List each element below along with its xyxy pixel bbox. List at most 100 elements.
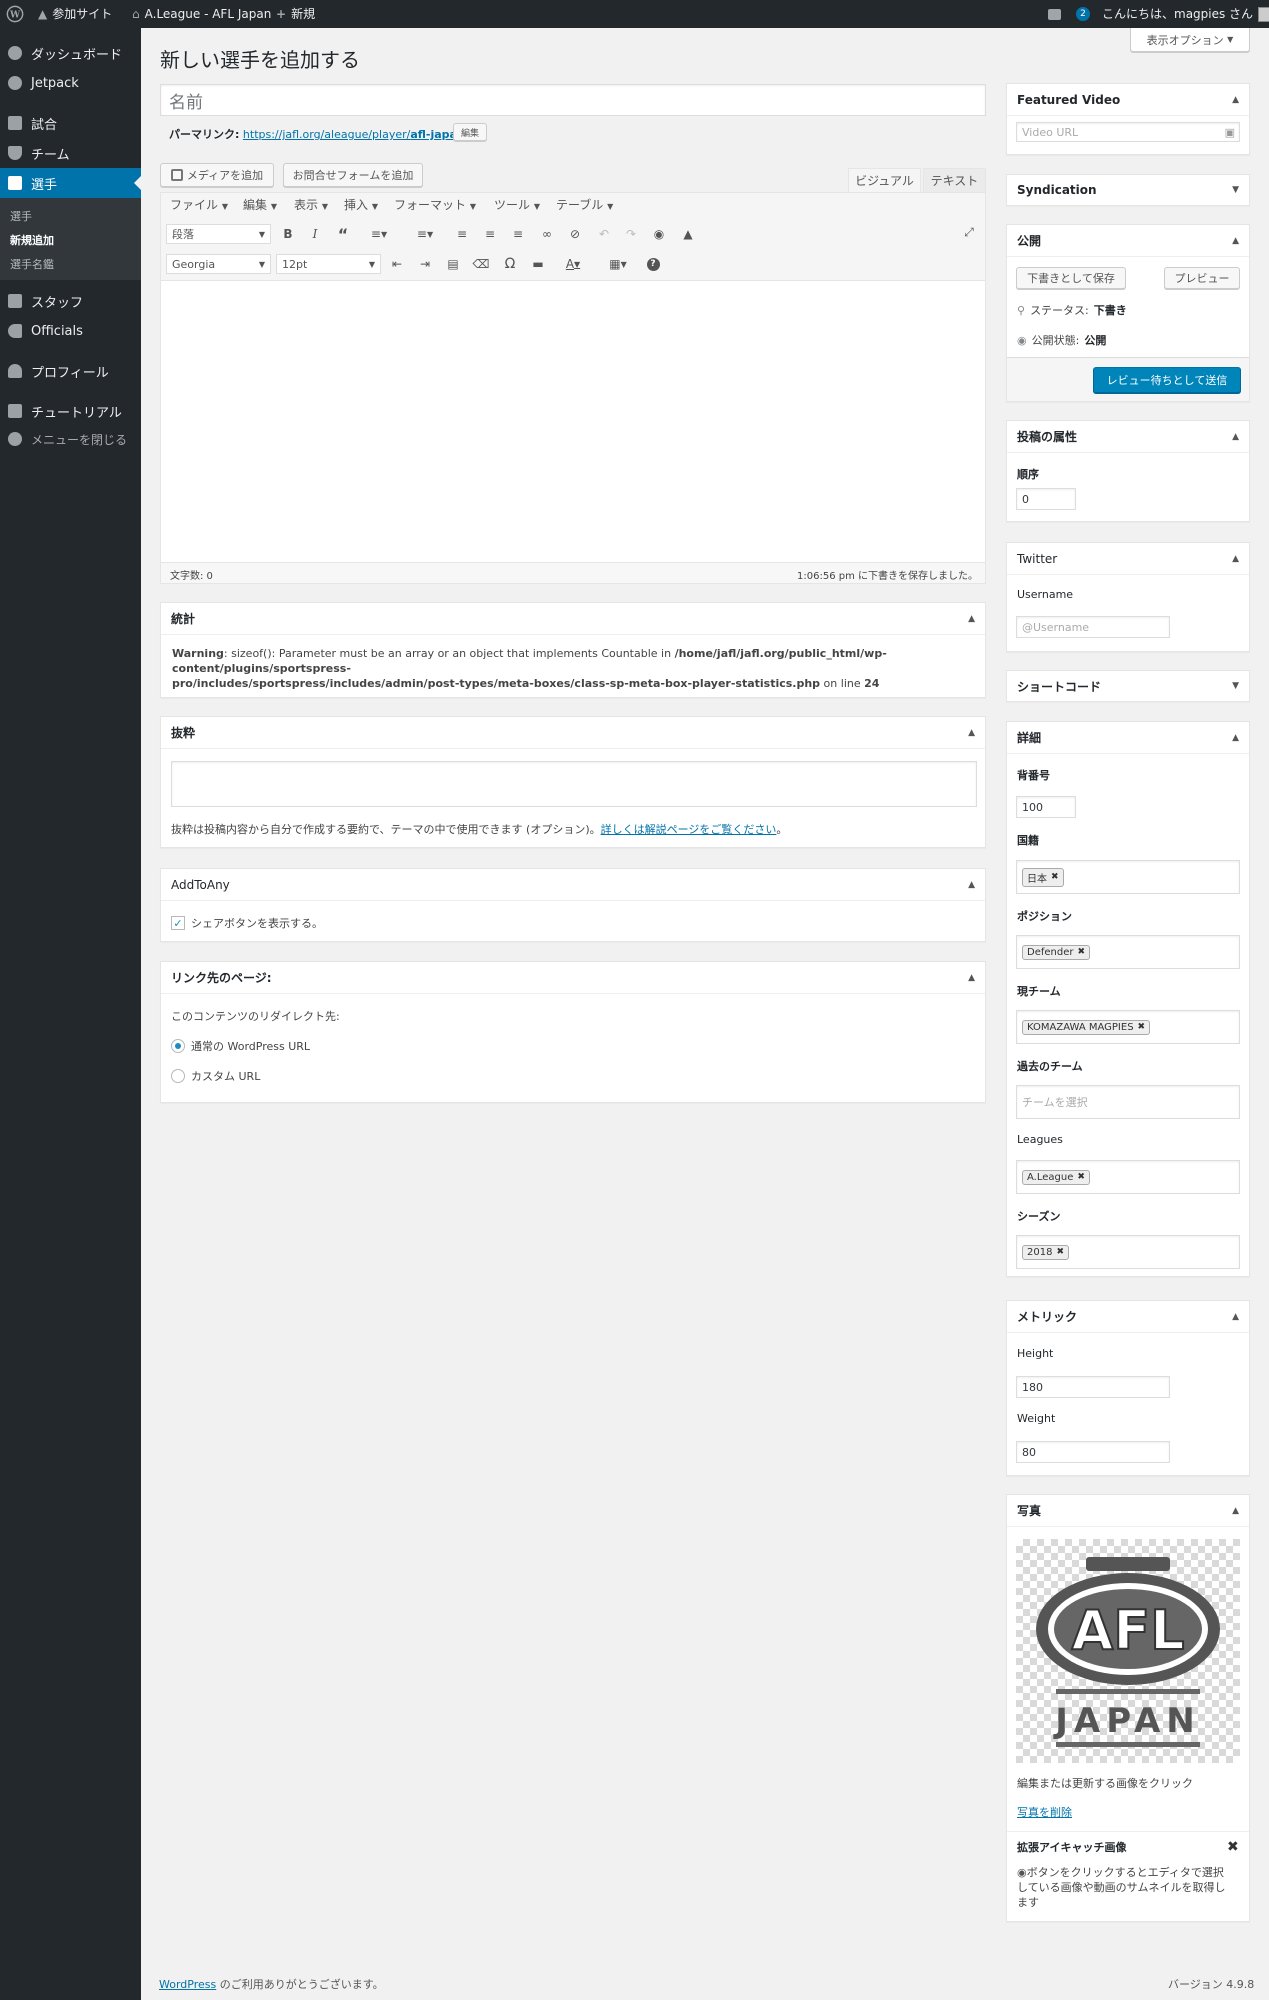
site-name-link[interactable]: ⌂ A.League - AFL Japan [132, 0, 271, 28]
collapse-arrow-icon[interactable]: ▲ [1232, 1506, 1239, 1516]
format-select[interactable]: 段落 ▼ [166, 224, 271, 244]
submenu-item-add-new[interactable]: 新規追加 [10, 232, 54, 248]
menu-item-staff[interactable]: スタッフ [0, 286, 141, 316]
close-icon[interactable]: ✖ [1227, 1839, 1239, 1855]
notifications-link[interactable] [1048, 0, 1061, 28]
undo-icon[interactable]: ↶ [593, 223, 615, 245]
menu-item-events[interactable]: 試合 [0, 108, 141, 138]
metrics-box-header[interactable]: メトリック ▲ [1007, 1301, 1249, 1333]
order-input[interactable]: 0 [1016, 488, 1076, 510]
title-input[interactable]: 名前 [160, 84, 986, 116]
help-icon[interactable]: ? [642, 253, 664, 275]
collapse-arrow-icon[interactable]: ▲ [968, 728, 975, 738]
expand-arrow-icon[interactable]: ▼ [1232, 681, 1239, 691]
addtoany-box-header[interactable]: AddToAny ▲ [161, 869, 985, 901]
edit-permalink-button[interactable]: 編集 [453, 123, 487, 141]
collapse-arrow-icon[interactable]: ▲ [968, 973, 975, 983]
weight-input[interactable]: 80 [1016, 1441, 1170, 1463]
details-box-header[interactable]: 詳細 ▲ [1007, 722, 1249, 754]
submit-for-review-button[interactable]: レビュー待ちとして送信 [1093, 367, 1241, 393]
menubar-edit[interactable]: 編集 ▼ [243, 196, 277, 213]
player-photo[interactable]: AFL JAPAN [1016, 1539, 1240, 1763]
collapse-menu-button[interactable]: メニューを閉じる [0, 424, 141, 454]
radio-option-wordpress-url[interactable]: 通常の WordPress URL [171, 1038, 310, 1054]
remove-icon[interactable]: ✖ [1056, 1247, 1064, 1257]
featured-video-box-header[interactable]: Featured Video ▲ [1007, 84, 1249, 116]
redo-icon[interactable]: ↷ [620, 223, 642, 245]
statistics-box-header[interactable]: 統計 ▲ [161, 603, 985, 635]
menu-item-officials[interactable]: Officials [0, 316, 141, 346]
collapse-arrow-icon[interactable]: ▲ [968, 880, 975, 890]
menubar-view[interactable]: 表示 ▼ [294, 196, 328, 213]
shortcode-box-header[interactable]: ショートコード ▼ [1007, 671, 1249, 701]
remove-icon[interactable]: ✖ [1138, 1022, 1146, 1032]
remove-icon[interactable]: ✖ [1051, 872, 1059, 882]
my-sites-link[interactable]: ▲ 参加サイト [38, 0, 112, 28]
past-teams-select[interactable]: チームを選択 [1016, 1085, 1240, 1119]
collapse-arrow-icon[interactable]: ▲ [968, 614, 975, 624]
menu-item-dashboard[interactable]: ダッシュボード [0, 38, 141, 68]
comment-count-badge[interactable]: 2 [1076, 0, 1090, 28]
post-attributes-box-header[interactable]: 投稿の属性 ▲ [1007, 421, 1249, 453]
menu-item-teams[interactable]: チーム [0, 138, 141, 168]
seasons-select[interactable]: 2018 ✖ [1016, 1235, 1240, 1269]
screen-options-button[interactable]: 表示オプション ▼ [1130, 28, 1250, 52]
wordpress-link[interactable]: WordPress [159, 1978, 216, 1991]
submenu-item-all-players[interactable]: 選手 [10, 208, 32, 224]
remove-icon[interactable]: ✖ [1077, 1172, 1085, 1182]
share-checkbox[interactable]: ✓ [171, 916, 185, 930]
preview-eye-icon[interactable]: ◉ [648, 223, 670, 245]
menu-item-tutorials[interactable]: チュートリアル [0, 396, 141, 426]
align-left-icon[interactable]: ≡ [451, 223, 473, 245]
special-char-icon[interactable]: Ω [499, 253, 521, 275]
collapse-arrow-icon[interactable]: ▲ [1232, 733, 1239, 743]
menu-item-profile[interactable]: プロフィール [0, 356, 141, 386]
menu-item-players[interactable]: 選手 [0, 168, 141, 198]
video-url-input[interactable]: Video URL ▣ [1016, 122, 1240, 142]
account-menu[interactable]: こんにちは、magpies さん [1102, 0, 1269, 28]
radio-option-custom-url[interactable]: カスタム URL [171, 1068, 260, 1084]
align-right-icon[interactable]: ≡ [507, 223, 529, 245]
collapse-arrow-icon[interactable]: ▲ [1232, 554, 1239, 564]
stamp-icon[interactable]: ▲ [677, 223, 699, 245]
add-contact-form-button[interactable]: お問合せフォームを追加 [283, 163, 423, 187]
font-size-select[interactable]: 12pt ▼ [276, 254, 381, 274]
nationality-select[interactable]: 日本 ✖ [1016, 860, 1240, 894]
link-destination-box-header[interactable]: リンク先のページ: ▲ [161, 962, 985, 994]
twitter-box-header[interactable]: Twitter ▲ [1007, 543, 1249, 575]
blockquote-icon[interactable]: “ [332, 223, 354, 245]
bullet-list-icon[interactable]: ≡ ▼ [362, 223, 396, 245]
menubar-tools[interactable]: ツール ▼ [494, 196, 540, 213]
font-family-select[interactable]: Georgia ▼ [166, 254, 271, 274]
menubar-table[interactable]: テーブル ▼ [556, 196, 613, 213]
menubar-file[interactable]: ファイル ▼ [170, 196, 228, 213]
add-media-button[interactable]: メディアを追加 [160, 163, 274, 187]
horizontal-rule-icon[interactable]: ▬ [527, 253, 549, 275]
current-team-select[interactable]: KOMAZAWA MAGPIES ✖ [1016, 1010, 1240, 1044]
bold-icon[interactable]: B [277, 223, 299, 245]
new-content-link[interactable]: + 新規 [276, 0, 315, 28]
excerpt-textarea[interactable] [171, 761, 977, 807]
numbered-list-icon[interactable]: ≡ ▼ [408, 223, 442, 245]
submenu-item-directory[interactable]: 選手名鑑 [10, 256, 54, 272]
tab-visual[interactable]: ビジュアル [848, 168, 921, 192]
collapse-arrow-icon[interactable]: ▲ [1232, 432, 1239, 442]
syndication-box-header[interactable]: Syndication ▼ [1007, 175, 1249, 205]
leagues-select[interactable]: A.League ✖ [1016, 1160, 1240, 1194]
editor-content[interactable] [161, 282, 985, 562]
position-select[interactable]: Defender ✖ [1016, 935, 1240, 969]
menubar-insert[interactable]: 挿入 ▼ [344, 196, 378, 213]
squad-number-input[interactable]: 100 [1016, 796, 1076, 818]
link-icon[interactable]: ∞ [536, 223, 558, 245]
radio-selected-icon[interactable] [171, 1039, 185, 1053]
tab-text[interactable]: テキスト [923, 168, 986, 192]
expand-arrow-icon[interactable]: ▼ [1232, 185, 1239, 195]
remove-icon[interactable]: ✖ [1077, 947, 1085, 957]
publish-box-header[interactable]: 公開 ▲ [1007, 225, 1249, 257]
height-input[interactable]: 180 [1016, 1376, 1170, 1398]
text-color-icon[interactable]: A ▼ [556, 253, 590, 275]
excerpt-help-link[interactable]: 詳しくは解説ページをご覧ください [601, 823, 777, 836]
indent-icon[interactable]: ⇥ [414, 253, 436, 275]
collapse-arrow-icon[interactable]: ▲ [1232, 236, 1239, 246]
collapse-arrow-icon[interactable]: ▲ [1232, 1312, 1239, 1322]
